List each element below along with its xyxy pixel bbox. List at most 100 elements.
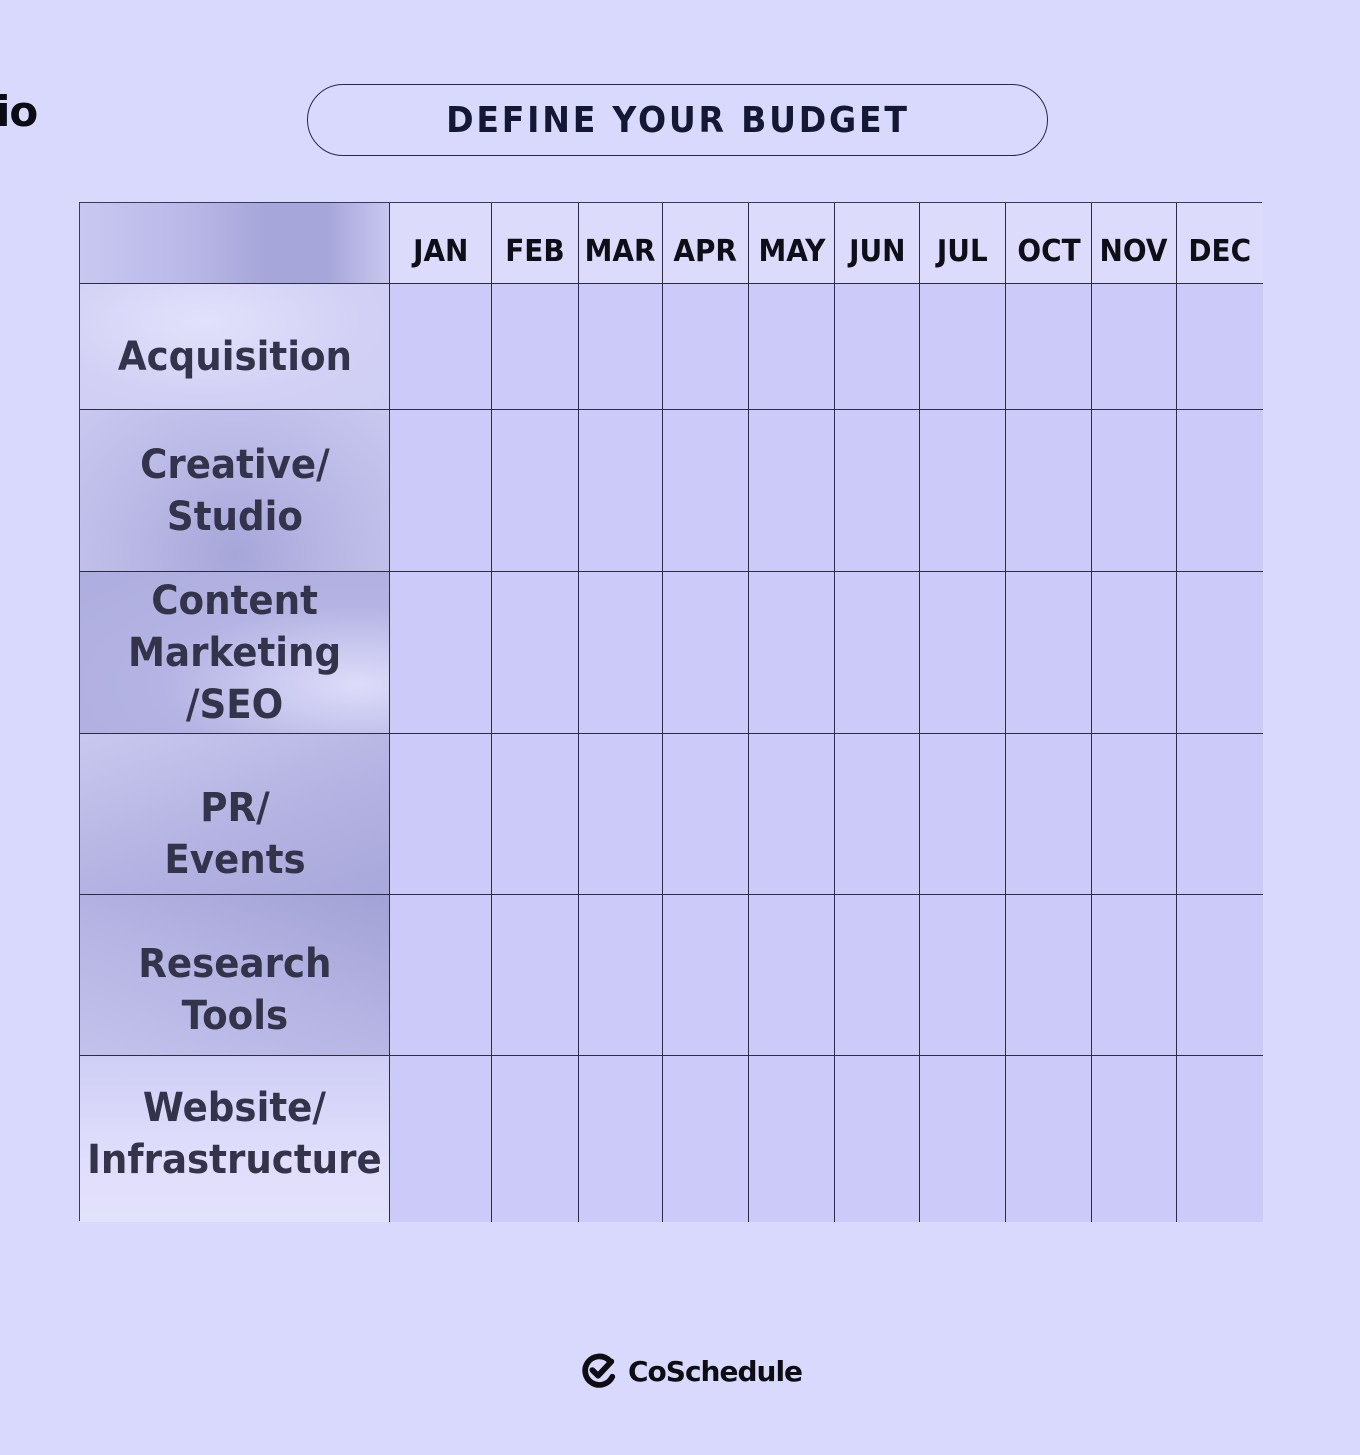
budget-cell[interactable] [1006,410,1092,572]
budget-cell[interactable] [835,734,920,895]
row-header: PR/ Events [80,734,390,895]
row-header-label: Creative/ Studio [139,441,330,540]
budget-cell[interactable] [835,572,920,734]
page-title: DEFINE YOUR BUDGET [445,99,910,141]
budget-cell[interactable] [390,410,492,572]
column-header-label: FEB [505,234,565,269]
budget-cell[interactable] [1177,895,1263,1056]
budget-cell[interactable] [663,572,749,734]
column-header-feb: FEB [492,203,579,284]
budget-cell[interactable] [492,284,579,410]
budget-cell[interactable] [835,284,920,410]
budget-cell[interactable] [579,895,663,1056]
column-header-label: OCT [1016,234,1081,269]
column-header-label: JUL [937,234,988,269]
budget-cell[interactable] [749,284,835,410]
row-header-label: Research Tools [137,941,332,1039]
column-header-label: JUN [848,234,906,269]
column-header-dec: DEC [1177,203,1263,284]
budget-cell[interactable] [579,572,663,734]
budget-cell[interactable] [390,284,492,410]
column-header-may: MAY [749,203,835,284]
budget-cell[interactable] [1092,284,1177,410]
row-header: Acquisition [80,284,390,410]
budget-cell[interactable] [663,895,749,1056]
column-header-apr: APR [663,203,749,284]
column-header-label: NOV [1100,234,1168,269]
budget-cell[interactable] [749,572,835,734]
budget-cell[interactable] [920,572,1006,734]
column-header-oct: OCT [1006,203,1092,284]
budget-cell[interactable] [1177,572,1263,734]
row-header-label: PR/ Events [163,785,306,883]
budget-cell[interactable] [1177,284,1263,410]
column-header-nov: NOV [1092,203,1177,284]
budget-cell[interactable] [1092,734,1177,895]
budget-cell[interactable] [1177,734,1263,895]
row-header-label: Website/ Infrastructure [87,1085,382,1183]
column-header-mar: MAR [579,203,663,284]
column-header-jun: JUN [835,203,920,284]
budget-cell[interactable] [1092,1056,1177,1222]
budget-cell[interactable] [390,734,492,895]
budget-cell[interactable] [492,895,579,1056]
budget-cell[interactable] [390,572,492,734]
budget-cell[interactable] [1092,895,1177,1056]
row-header-label: Content Marketing /SEO [127,577,342,728]
budget-cell[interactable] [920,1056,1006,1222]
budget-cell[interactable] [1006,284,1092,410]
budget-cell[interactable] [1006,1056,1092,1222]
table-corner-cell [80,203,390,284]
budget-cell[interactable] [920,284,1006,410]
budget-cell[interactable] [1006,572,1092,734]
budget-cell[interactable] [1092,572,1177,734]
row-header: Website/ Infrastructure [80,1056,390,1222]
column-header-label: JAN [412,234,469,269]
cropped-heading-fragment: io [0,87,38,136]
budget-cell[interactable] [390,895,492,1056]
budget-cell[interactable] [920,734,1006,895]
budget-cell[interactable] [1006,734,1092,895]
budget-cell[interactable] [492,572,579,734]
budget-cell[interactable] [749,410,835,572]
budget-cell[interactable] [1177,1056,1263,1222]
budget-cell[interactable] [1092,410,1177,572]
column-header-label: MAR [585,234,656,269]
budget-cell[interactable] [492,734,579,895]
column-header-jul: JUL [920,203,1006,284]
budget-cell[interactable] [835,895,920,1056]
row-header-label: Acquisition [117,333,352,380]
budget-cell[interactable] [920,895,1006,1056]
budget-cell[interactable] [579,410,663,572]
budget-cell[interactable] [579,734,663,895]
coschedule-check-logo-icon [582,1353,616,1388]
budget-cell[interactable] [749,1056,835,1222]
budget-cell[interactable] [579,284,663,410]
budget-cell[interactable] [1006,895,1092,1056]
budget-cell[interactable] [835,1056,920,1222]
column-header-jan: JAN [390,203,492,284]
budget-cell[interactable] [663,1056,749,1222]
budget-cell[interactable] [920,410,1006,572]
row-header: Research Tools [80,895,390,1056]
budget-cell[interactable] [835,410,920,572]
budget-cell[interactable] [390,1056,492,1222]
row-header: Content Marketing /SEO [80,572,390,734]
column-header-label: DEC [1188,234,1252,269]
brand-logo: CoSchedule [580,1352,803,1390]
row-header: Creative/ Studio [80,410,390,572]
brand-name: CoSchedule [628,1354,803,1388]
column-header-label: MAY [758,234,825,269]
budget-cell[interactable] [663,734,749,895]
title-pill: DEFINE YOUR BUDGET [307,84,1048,156]
budget-cell[interactable] [492,410,579,572]
budget-cell[interactable] [749,895,835,1056]
budget-table: JAN FEB MAR APR MAY JUN JUL OCT NOV DEC Acquisitio… [79,202,1263,1222]
budget-cell[interactable] [492,1056,579,1222]
budget-cell[interactable] [663,410,749,572]
budget-cell[interactable] [1177,410,1263,572]
budget-cell[interactable] [749,734,835,895]
budget-cell[interactable] [579,1056,663,1222]
budget-cell[interactable] [663,284,749,410]
column-header-label: APR [673,234,738,269]
